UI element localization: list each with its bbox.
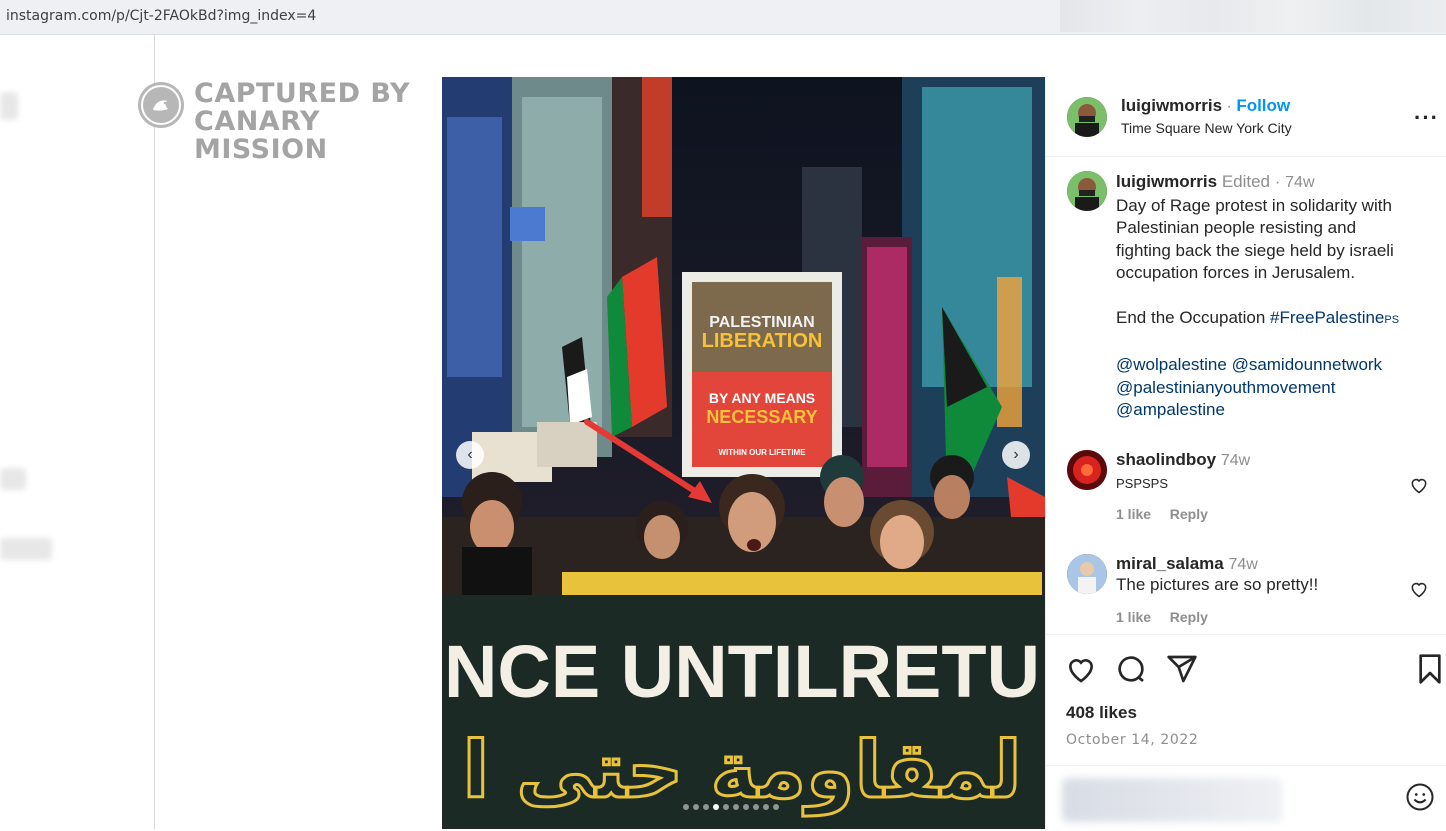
sign-line-by-any-means: BY ANY MEANS [709,390,815,406]
post-actions: 408 likes October 14, 2022 [1046,634,1446,830]
caption-author[interactable]: luigiwmorris [1116,172,1217,191]
sign-line-necessary: NECESSARY [706,407,817,427]
comment-item: shaolindboy 74w PSPSPS 1 like Reply [1116,450,1436,524]
canary-bird-icon [138,82,184,128]
sign-line-palestinian: PALESTINIAN [709,314,814,331]
blurred-nav-mark [0,538,52,560]
comment-reply-button[interactable]: Reply [1170,609,1208,625]
caption-line: fighting back the siege held by israeli [1116,240,1394,260]
flag-emoji: PS [1384,314,1400,326]
more-options-icon[interactable]: ··· [1414,105,1439,131]
banner-latin-text: NCE UNTILRETU [444,630,1040,713]
likes-count[interactable]: 408 likes [1066,703,1137,723]
heart-icon[interactable] [1409,579,1429,599]
comment-likes[interactable]: 1 like [1116,609,1151,625]
emoji-icon[interactable] [1405,782,1435,812]
blurred-comment-input [1062,778,1282,822]
follow-button[interactable]: Follow [1236,96,1290,115]
post-photo[interactable]: PALESTINIAN LIBERATION BY ANY MEANS NECE… [442,77,1045,829]
share-icon[interactable] [1166,653,1198,685]
mention-link[interactable]: @wolpalestine [1116,355,1227,374]
caption-age[interactable]: 74w [1285,174,1314,191]
chevron-right-icon[interactable]: › [1002,441,1030,469]
comment-item: miral_salama 74w The pictures are so pre… [1116,554,1436,627]
comment-age[interactable]: 74w [1228,556,1257,573]
heart-icon[interactable] [1409,475,1429,495]
comment-avatar[interactable] [1067,450,1107,490]
carousel-dot [693,804,699,810]
comment-text: The pictures are so pretty!! [1116,575,1319,594]
comment-icon[interactable] [1115,653,1147,685]
post-side-panel: luigiwmorris · Follow Time Square New Yo… [1045,77,1446,829]
comment-reply-button[interactable]: Reply [1170,506,1208,522]
add-comment-area[interactable] [1046,765,1446,831]
comment-username[interactable]: miral_salama [1116,554,1224,573]
bookmark-icon[interactable] [1414,653,1446,685]
carousel-dot [753,804,759,810]
left-divider [154,34,155,829]
carousel-dot [713,804,719,810]
comment-text: PSPSPS [1116,476,1169,491]
edited-label: Edited [1221,172,1271,191]
blurred-nav-mark [0,468,26,490]
url-text[interactable]: instagram.com/p/Cjt-2FAOkBd?img_index=4 [6,8,316,24]
caption-line: occupation forces in Jerusalem. [1116,263,1356,282]
caption-avatar[interactable] [1067,171,1107,211]
like-heart-icon[interactable] [1065,653,1097,685]
blurred-extension-area [1060,0,1446,32]
carousel-dot [763,804,769,810]
caption-dot: · [1274,172,1281,191]
watermark-line-2: CANARY MISSION [194,106,328,165]
comment-age[interactable]: 74w [1221,452,1250,469]
sign-line-liberation: LIBERATION [702,330,823,352]
comment-avatar[interactable] [1067,554,1107,594]
comment-likes[interactable]: 1 like [1116,506,1151,522]
caption-line: Palestinian people resisting and [1116,218,1357,237]
mention-link[interactable]: @ampalestine [1116,400,1225,419]
carousel-dot [723,804,729,810]
banner-arabic-text: لمقاومة حتى ا [462,726,1021,816]
caption-line: Day of Rage protest in solidarity with [1116,195,1392,215]
post-header: luigiwmorris · Follow Time Square New Yo… [1046,77,1446,157]
hashtag-link[interactable]: #FreePalestine [1270,308,1384,327]
comment-username[interactable]: shaolindboy [1116,450,1216,469]
avatar[interactable] [1067,97,1107,137]
canary-mission-watermark: CAPTURED BY CANARY MISSION [138,78,438,164]
post-location[interactable]: Time Square New York City [1121,120,1292,136]
carousel-dot [773,804,779,810]
post-author-username[interactable]: luigiwmorris [1121,96,1222,115]
carousel-dot [743,804,749,810]
protest-photo-illustration: PALESTINIAN LIBERATION BY ANY MEANS NECE… [442,77,1045,829]
caption-line: End the Occupation [1116,308,1271,327]
post-date[interactable]: October 14, 2022 [1066,732,1198,748]
carousel-dot [733,804,739,810]
watermark-line-1: CAPTURED BY [194,78,411,109]
carousel-dot [703,804,709,810]
chevron-left-icon[interactable]: ‹ [456,441,484,469]
carousel-dots [683,804,779,810]
header-separator: · [1226,98,1232,115]
browser-address-bar[interactable]: instagram.com/p/Cjt-2FAOkBd?img_index=4 [0,0,1446,35]
carousel-dot [683,804,689,810]
post-caption: luigiwmorris Edited · 74w Day of Rage pr… [1116,171,1436,422]
blurred-nav-mark [0,92,18,120]
mention-link[interactable]: @palestinianyouthmovement [1116,378,1336,397]
mention-link[interactable]: @samidounnetwork [1232,355,1383,374]
sign-line-within-lifetime: WITHIN OUR LIFETIME [718,448,806,457]
